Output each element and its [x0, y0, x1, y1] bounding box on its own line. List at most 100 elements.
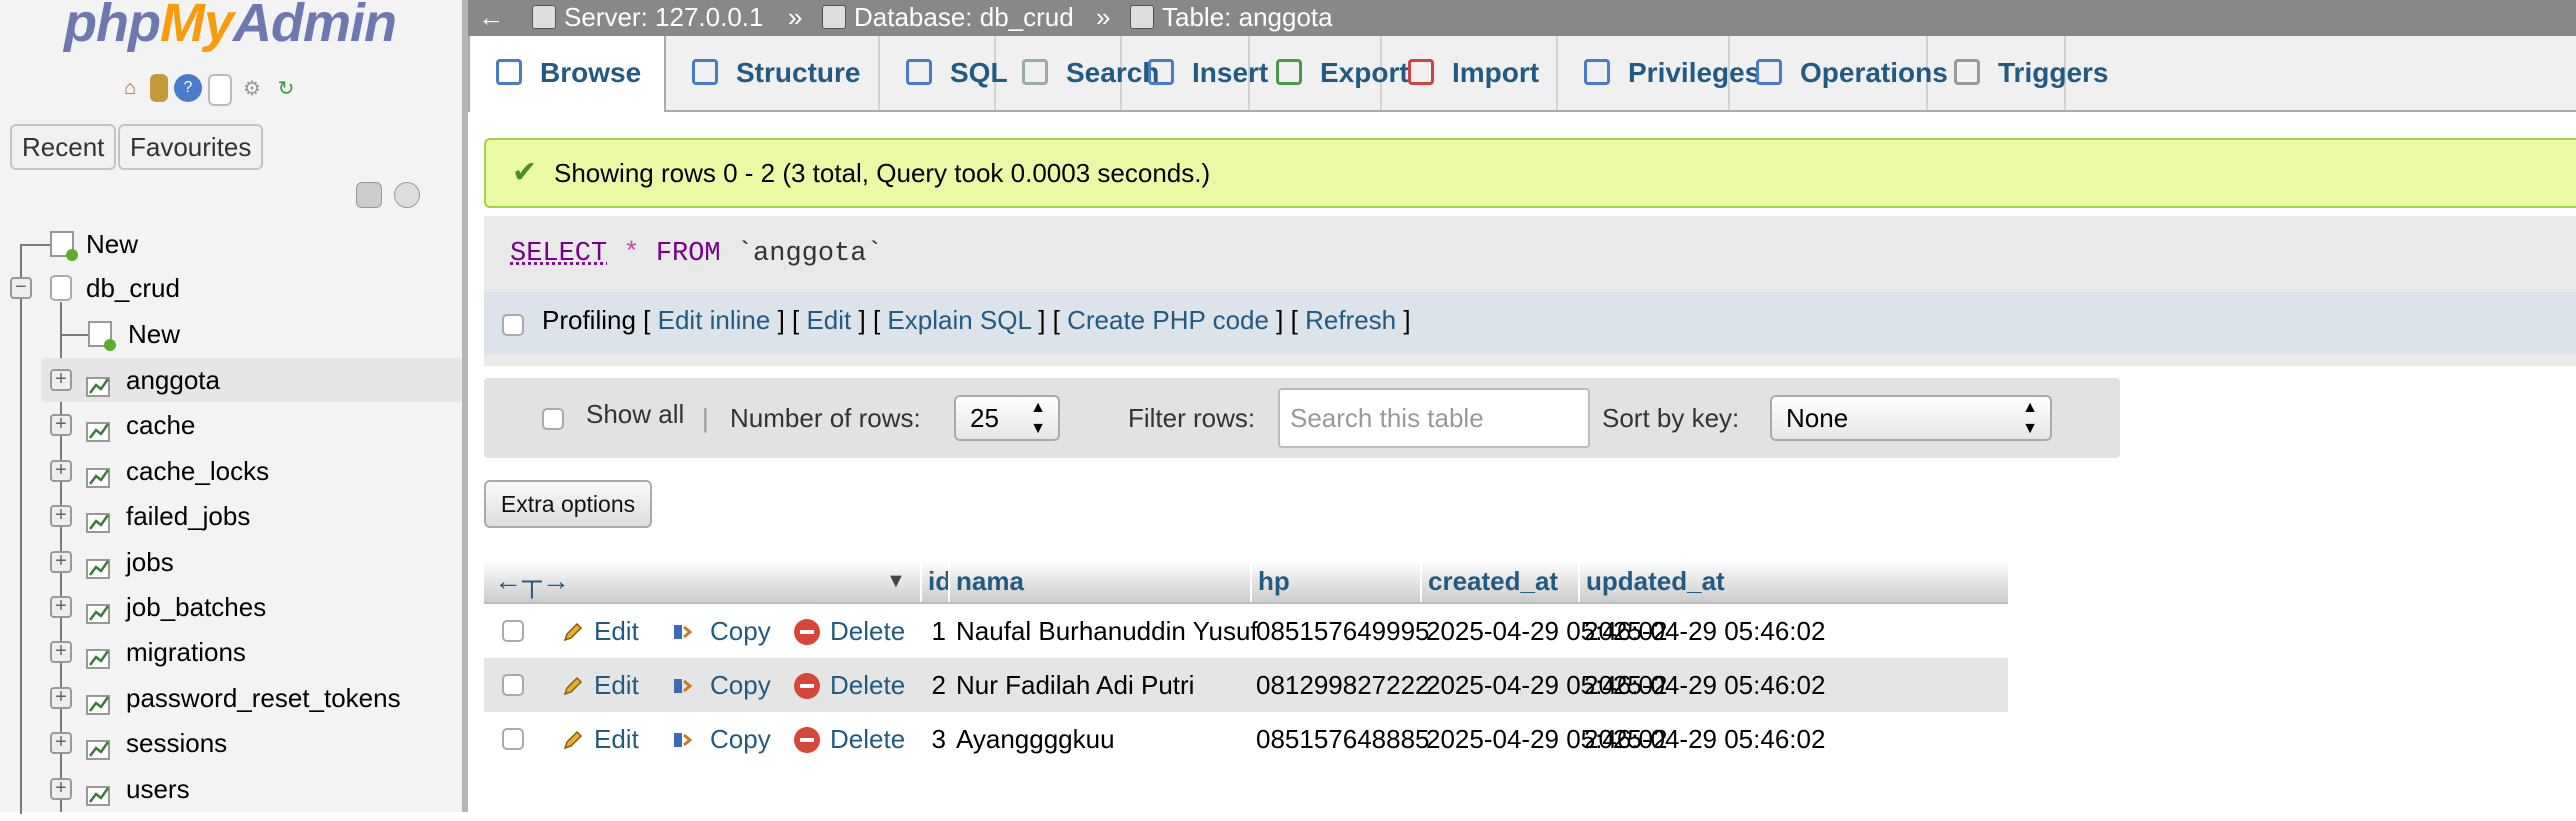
- tab-search[interactable]: Search: [996, 36, 1122, 110]
- tree-item-table[interactable]: + sessions: [0, 721, 462, 765]
- expand-icon[interactable]: +: [50, 778, 72, 800]
- collapse-all-icon[interactable]: [356, 182, 382, 208]
- collapse-icon[interactable]: −: [10, 277, 32, 299]
- copy-row-button[interactable]: Copy: [672, 604, 771, 658]
- expand-icon[interactable]: +: [50, 505, 72, 527]
- cell-id[interactable]: 2: [924, 658, 946, 712]
- help-icon[interactable]: ?: [174, 74, 202, 102]
- docs-icon[interactable]: [208, 74, 232, 106]
- profiling-checkbox[interactable]: [502, 314, 524, 336]
- cell-nama[interactable]: Naufal Burhanuddin Yusuf: [956, 604, 1258, 658]
- tree-item-db-crud[interactable]: − db_crud: [0, 266, 462, 310]
- sort-select[interactable]: None ▲ ▼: [1770, 395, 2052, 441]
- sql-query[interactable]: SELECT * FROM `anggota`: [510, 234, 883, 274]
- export-icon: [1276, 59, 1302, 85]
- phpmyadmin-logo[interactable]: phpMyAdmin: [64, 0, 396, 54]
- tree-item-table[interactable]: + failed_jobs: [0, 494, 462, 538]
- cell-id[interactable]: 1: [924, 604, 946, 658]
- sort-dropdown-icon[interactable]: ▼: [886, 560, 906, 602]
- column-header-hp[interactable]: hp: [1250, 560, 1420, 602]
- create-php-code-link[interactable]: Create PHP code: [1067, 305, 1269, 335]
- cell-updated-at[interactable]: 2025-04-29 05:46:02: [1584, 604, 1825, 658]
- filter-rows-input[interactable]: [1278, 388, 1590, 448]
- copy-row-button[interactable]: Copy: [672, 658, 771, 712]
- refresh-link[interactable]: Refresh: [1305, 305, 1396, 335]
- explain-sql-link[interactable]: Explain SQL: [887, 305, 1031, 335]
- reload-icon[interactable]: ↻: [272, 74, 300, 102]
- cell-hp[interactable]: 081299827222: [1256, 658, 1430, 712]
- edit-inline-link[interactable]: Edit inline: [658, 305, 771, 335]
- cell-hp[interactable]: 085157648885: [1256, 712, 1430, 766]
- expand-icon[interactable]: +: [50, 551, 72, 573]
- tab-operations[interactable]: Operations: [1730, 36, 1928, 110]
- cell-updated-at[interactable]: 2025-04-29 05:46:02: [1584, 658, 1825, 712]
- tab-structure[interactable]: Structure: [666, 36, 880, 110]
- tree-item-label: New: [86, 222, 138, 266]
- recent-button[interactable]: Recent: [10, 124, 116, 170]
- tab-triggers[interactable]: Triggers: [1928, 36, 2066, 110]
- edit-row-button[interactable]: Edit: [562, 658, 639, 712]
- home-icon[interactable]: ⌂: [116, 74, 144, 102]
- tab-export[interactable]: Export: [1250, 36, 1382, 110]
- database-icon[interactable]: [150, 74, 168, 102]
- expand-icon[interactable]: +: [50, 414, 72, 436]
- column-arrows-icon[interactable]: ←┬→: [494, 560, 570, 602]
- delete-row-button[interactable]: Delete: [794, 658, 905, 712]
- cell-nama[interactable]: Nur Fadilah Adi Putri: [956, 658, 1194, 712]
- expand-icon[interactable]: +: [50, 687, 72, 709]
- tree-item-new[interactable]: New: [0, 222, 462, 266]
- cell-updated-at[interactable]: 2025-04-29 05:46:02: [1584, 712, 1825, 766]
- cell-id[interactable]: 3: [924, 712, 946, 766]
- show-all-checkbox[interactable]: [542, 408, 564, 430]
- row-checkbox[interactable]: [502, 674, 524, 696]
- expand-icon[interactable]: +: [50, 596, 72, 618]
- settings-icon[interactable]: ⚙: [238, 74, 266, 102]
- tree-item-table[interactable]: + users: [0, 767, 462, 811]
- column-header-nama[interactable]: nama: [948, 560, 1250, 602]
- tree-item-table[interactable]: + anggota: [42, 358, 462, 402]
- rows-select[interactable]: 25 ▲ ▼: [954, 395, 1060, 441]
- tab-sql[interactable]: SQL: [880, 36, 996, 110]
- tree-item-table[interactable]: + migrations: [0, 630, 462, 674]
- tab-privileges[interactable]: Privileges: [1558, 36, 1730, 110]
- sort-label: Sort by key:: [1602, 378, 1739, 458]
- edit-link[interactable]: Edit: [806, 305, 851, 335]
- expand-icon[interactable]: +: [50, 732, 72, 754]
- tree-item-db-new[interactable]: New: [0, 312, 462, 356]
- copy-row-button[interactable]: Copy: [672, 712, 771, 766]
- tree-item-table[interactable]: + job_batches: [0, 585, 462, 629]
- breadcrumb-database[interactable]: Database: db_crud: [822, 0, 1074, 34]
- cell-nama[interactable]: Ayanggggkuu: [956, 712, 1115, 766]
- tab-import[interactable]: Import: [1382, 36, 1558, 110]
- row-checkbox[interactable]: [502, 728, 524, 750]
- tab-bar: Browse Structure SQL Search Insert Export Impo…: [468, 36, 2576, 112]
- favourites-button[interactable]: Favourites: [118, 124, 263, 170]
- tab-insert[interactable]: Insert: [1122, 36, 1250, 110]
- link-icon[interactable]: [394, 182, 420, 208]
- tab-browse[interactable]: Browse: [468, 36, 666, 112]
- tree-item-table[interactable]: + password_reset_tokens: [0, 676, 462, 720]
- expand-icon[interactable]: +: [50, 460, 72, 482]
- delete-row-button[interactable]: Delete: [794, 712, 905, 766]
- tree-item-table[interactable]: + cache: [0, 403, 462, 447]
- tree-item-table[interactable]: + jobs: [0, 540, 462, 584]
- column-header-id[interactable]: id: [920, 560, 948, 602]
- tree-item-label: cache: [126, 403, 195, 447]
- column-header-created-at[interactable]: created_at: [1420, 560, 1578, 602]
- expand-icon[interactable]: +: [50, 369, 72, 391]
- tree-item-table[interactable]: + cache_locks: [0, 449, 462, 493]
- cell-hp[interactable]: 085157649995: [1256, 604, 1430, 658]
- edit-row-button[interactable]: Edit: [562, 604, 639, 658]
- column-header-updated-at[interactable]: updated_at: [1578, 560, 1736, 602]
- row-checkbox[interactable]: [502, 620, 524, 642]
- tab-label: Import: [1452, 57, 1539, 88]
- triggers-icon: [1954, 59, 1980, 85]
- delete-row-button[interactable]: Delete: [794, 604, 905, 658]
- breadcrumb-table[interactable]: Table: anggota: [1130, 0, 1333, 34]
- breadcrumb-server[interactable]: Server: 127.0.0.1: [532, 0, 763, 34]
- edit-row-button[interactable]: Edit: [562, 712, 639, 766]
- new-icon: [50, 231, 74, 257]
- back-arrow-icon[interactable]: ←: [478, 0, 504, 34]
- extra-options-button[interactable]: Extra options: [484, 480, 652, 528]
- expand-icon[interactable]: +: [50, 641, 72, 663]
